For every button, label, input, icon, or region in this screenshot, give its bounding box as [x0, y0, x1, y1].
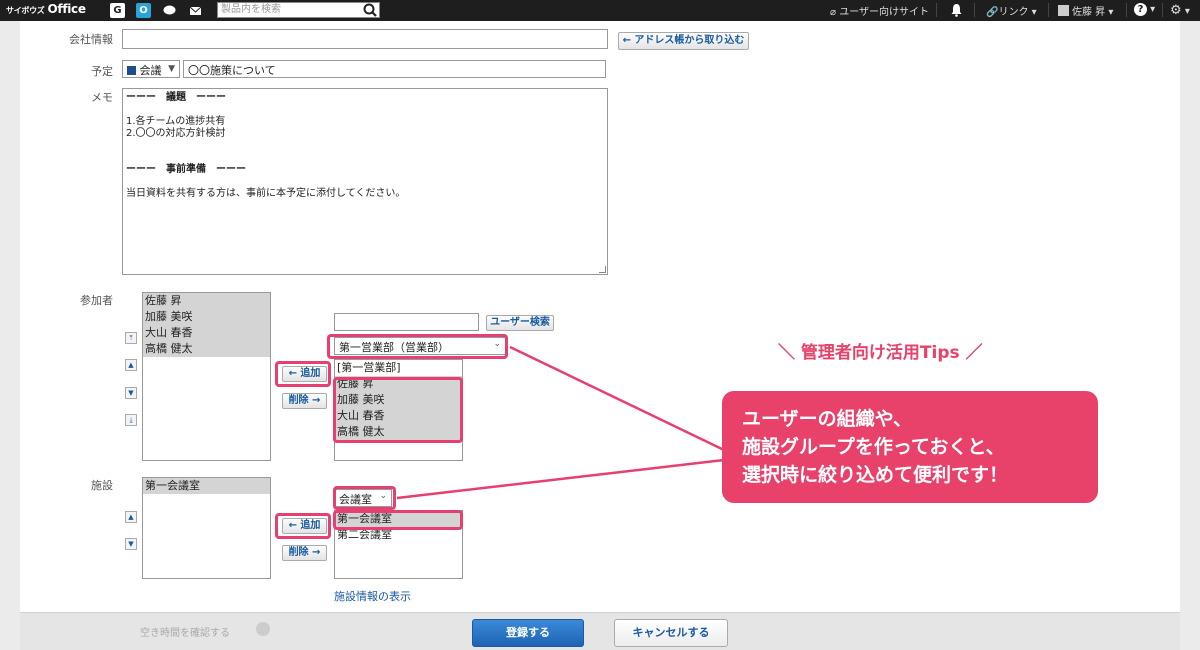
- connector-line-facility: [396, 458, 725, 500]
- connector-line-group: [509, 345, 725, 452]
- submit-button[interactable]: 登録する: [472, 619, 584, 647]
- callout-line: 選択時に絞り込めて便利です！: [742, 464, 1009, 486]
- tips-heading: ＼ 管理者向け活用Tips ／: [778, 343, 983, 363]
- help-icon: [256, 622, 270, 636]
- cancel-button[interactable]: キャンセルする: [614, 619, 728, 647]
- callout-connector-lines: [396, 345, 725, 500]
- callout-line: ユーザーの組織や、: [742, 408, 913, 430]
- check-availability-link[interactable]: 空き時間を確認する: [140, 624, 230, 639]
- form-footer: 空き時間を確認する 登録する キャンセルする: [20, 612, 1180, 650]
- tips-callout: ユーザーの組織や、 施設グループを作っておくと、 選択時に絞り込めて便利です！: [722, 391, 1098, 503]
- callout-line: 施設グループを作っておくと、: [742, 436, 1005, 458]
